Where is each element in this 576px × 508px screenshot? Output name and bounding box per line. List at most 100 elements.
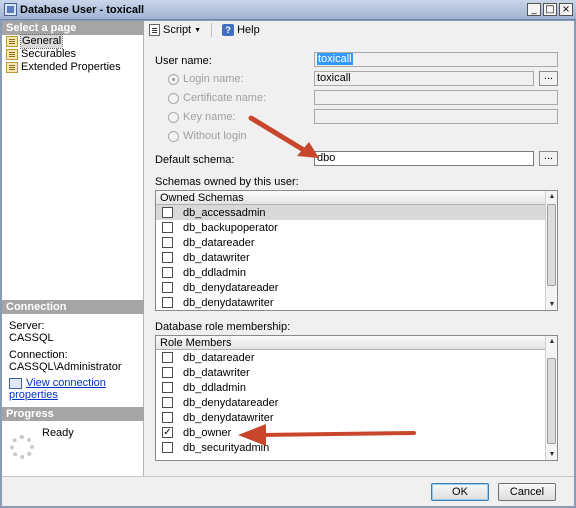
toolbar: Script ▼ ? Help <box>145 21 574 39</box>
help-label: Help <box>237 24 260 36</box>
schema-browse-button[interactable]: ... <box>539 151 558 166</box>
connection-value: CASSQL\Administrator <box>9 361 122 373</box>
window-title: Database User - toxicall <box>20 4 145 16</box>
maximize-button[interactable]: □ <box>543 3 557 16</box>
scroll-thumb[interactable] <box>547 204 556 286</box>
cancel-button[interactable]: Cancel <box>498 483 556 501</box>
list-item[interactable]: db_ddladmin <box>156 380 557 395</box>
schemas-scrollbar[interactable]: ▲ ▼ <box>545 191 557 310</box>
page-item-securables[interactable]: Securables <box>6 48 76 61</box>
server-label: Server: <box>9 320 45 332</box>
list-item[interactable]: db_denydatawriter <box>156 295 557 310</box>
checkbox[interactable] <box>162 282 173 293</box>
owned-schemas-list[interactable]: Owned Schemas db_accessadmin db_backupop… <box>155 190 558 311</box>
owned-schemas-column-header[interactable]: Owned Schemas <box>156 191 557 205</box>
view-connection-link[interactable]: View connection properties <box>9 377 106 401</box>
script-button[interactable]: Script ▼ <box>149 24 201 36</box>
progress-spinner-icon <box>10 435 34 459</box>
schemas-owned-label: Schemas owned by this user: <box>155 176 299 188</box>
checkbox-checked[interactable]: ✓ <box>162 427 173 438</box>
checkbox[interactable] <box>162 252 173 263</box>
checkbox[interactable] <box>162 397 173 408</box>
role-name: db_ddladmin <box>183 381 246 394</box>
certificate-name-radio[interactable]: Certificate name: <box>168 92 266 104</box>
schema-name: db_datareader <box>183 236 255 249</box>
checkbox[interactable] <box>162 207 173 218</box>
script-icon <box>149 24 160 36</box>
dropdown-arrow-icon: ▼ <box>194 26 202 34</box>
page-item-general[interactable]: General <box>6 34 64 49</box>
progress-header: Progress <box>2 407 144 421</box>
checkbox[interactable] <box>162 222 173 233</box>
scroll-up-icon[interactable]: ▲ <box>547 336 557 347</box>
login-name-radio[interactable]: Login name: <box>168 73 244 85</box>
role-name: db_denydatawriter <box>183 411 274 424</box>
page-label: Extended Properties <box>21 61 121 73</box>
list-item[interactable]: db_securityadmin <box>156 440 557 455</box>
list-item[interactable]: db_accessadmin <box>156 205 557 220</box>
view-connection-properties[interactable]: View connection properties <box>9 377 143 401</box>
help-icon: ? <box>222 24 235 36</box>
ok-button[interactable]: OK <box>431 483 489 501</box>
checkbox[interactable] <box>162 352 173 363</box>
role-name: db_owner <box>183 426 232 439</box>
scroll-thumb[interactable] <box>547 358 556 444</box>
checkbox[interactable] <box>162 442 173 453</box>
scroll-up-icon[interactable]: ▲ <box>547 191 557 202</box>
key-name-label: Key name: <box>183 111 236 123</box>
list-item[interactable]: db_denydatareader <box>156 280 557 295</box>
list-item[interactable]: db_denydatawriter <box>156 410 557 425</box>
checkbox[interactable] <box>162 382 173 393</box>
checkbox[interactable] <box>162 367 173 378</box>
close-button[interactable]: × <box>559 3 573 16</box>
without-login-label: Without login <box>183 130 247 142</box>
checkbox[interactable] <box>162 267 173 278</box>
minimize-button[interactable]: _ <box>527 3 541 16</box>
list-item[interactable]: db_datawriter <box>156 365 557 380</box>
list-item[interactable]: db_backupoperator <box>156 220 557 235</box>
login-name-field[interactable]: toxicall <box>314 71 534 86</box>
radio-icon <box>168 111 179 123</box>
roles-scrollbar[interactable]: ▲ ▼ <box>545 336 557 460</box>
toolbar-separator <box>211 23 213 37</box>
list-item[interactable]: db_datareader <box>156 350 557 365</box>
schema-name: db_datawriter <box>183 251 250 264</box>
checkbox[interactable] <box>162 412 173 423</box>
connection-label: Connection: <box>9 349 68 361</box>
connection-properties-icon <box>9 377 22 389</box>
certificate-name-field[interactable] <box>314 90 558 105</box>
key-name-radio[interactable]: Key name: <box>168 111 236 123</box>
user-name-value: toxicall <box>317 53 353 65</box>
connection-header: Connection <box>2 300 144 314</box>
user-name-field[interactable]: toxicall <box>314 52 558 67</box>
page-item-extended-properties[interactable]: Extended Properties <box>6 61 121 74</box>
user-name-label: User name: <box>155 55 212 67</box>
login-name-label: Login name: <box>183 73 244 85</box>
list-item[interactable]: db_denydatareader <box>156 395 557 410</box>
role-name: db_datareader <box>183 351 255 364</box>
list-item[interactable]: ✓ db_owner <box>156 425 557 440</box>
login-browse-button[interactable]: ... <box>539 71 558 86</box>
role-members-column-header[interactable]: Role Members <box>156 336 557 350</box>
role-name: db_datawriter <box>183 366 250 379</box>
radio-icon <box>168 130 179 142</box>
without-login-radio[interactable]: Without login <box>168 130 247 142</box>
list-item[interactable]: db_datawriter <box>156 250 557 265</box>
key-name-field[interactable] <box>314 109 558 124</box>
help-button[interactable]: ? Help <box>222 24 260 36</box>
list-item[interactable]: db_datareader <box>156 235 557 250</box>
role-members-list[interactable]: Role Members db_datareader db_datawriter… <box>155 335 558 461</box>
checkbox[interactable] <box>162 297 173 308</box>
schema-name: db_denydatareader <box>183 281 279 294</box>
server-value: CASSQL <box>9 332 54 344</box>
certificate-name-label: Certificate name: <box>183 92 267 104</box>
role-name: db_securityadmin <box>183 441 270 454</box>
scroll-down-icon[interactable]: ▼ <box>547 449 557 460</box>
scroll-down-icon[interactable]: ▼ <box>547 299 557 310</box>
page-label: Securables <box>21 48 77 60</box>
checkbox[interactable] <box>162 237 173 248</box>
default-schema-label: Default schema: <box>155 154 235 166</box>
list-item[interactable]: db_ddladmin <box>156 265 557 280</box>
role-name: db_denydatareader <box>183 396 279 409</box>
default-schema-field[interactable]: dbo <box>314 151 534 166</box>
